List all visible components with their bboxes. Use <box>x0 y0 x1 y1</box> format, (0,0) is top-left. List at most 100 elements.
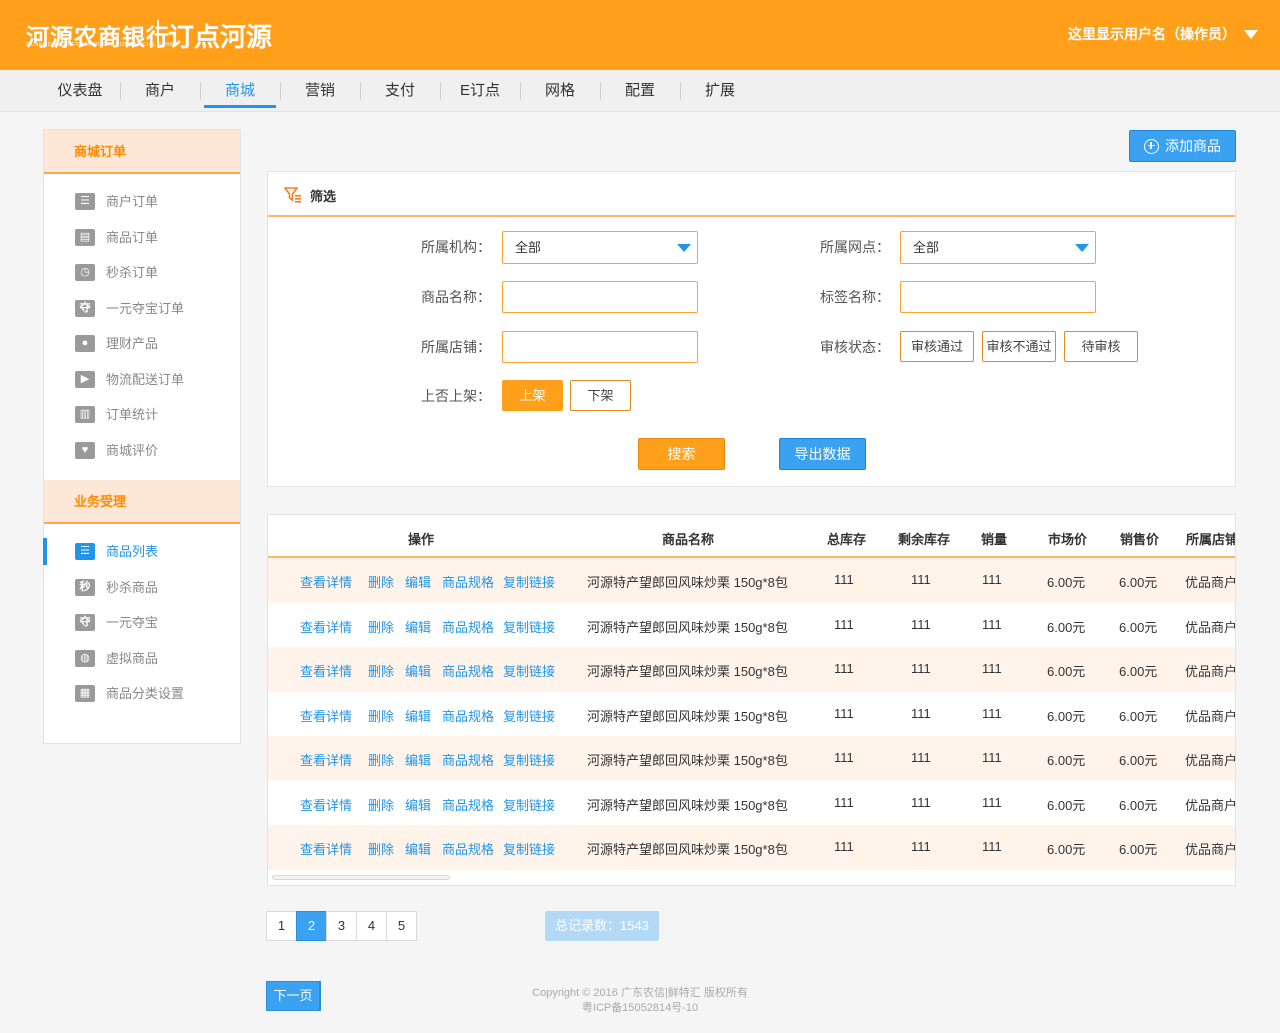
cell-price: 6.00元 <box>1119 797 1158 813</box>
row-action-link[interactable]: 编辑 <box>405 572 431 591</box>
sidebar-item[interactable]: ◍ 虚拟商品 <box>44 641 240 677</box>
page-number-button[interactable]: 2 <box>296 911 327 941</box>
row-action-link[interactable]: 查看详情 <box>300 572 352 591</box>
add-product-label: 添加商品 <box>1165 138 1221 154</box>
page-number-button[interactable]: 1 <box>266 911 297 941</box>
table-header: 操作 商品名称 总库存 剩余库存 销量 市场价 销售价 所属店铺 <box>268 515 1235 558</box>
piggy-bank-icon: ● <box>75 335 95 352</box>
sidebar-item[interactable]: 夺一元夺宝 <box>44 605 240 641</box>
row-action-link[interactable]: 商品规格 <box>442 839 494 858</box>
table-row: 查看详情 删除 编辑 商品规格 复制链接 河源特产望郎回风味炒栗 150g*8包 111 11… <box>268 647 1235 692</box>
row-action-link[interactable]: 复制链接 <box>503 750 555 769</box>
sidebar-item[interactable]: ▶ 物流配送订单 <box>44 362 240 398</box>
nav-tab[interactable]: 商户 <box>120 70 200 112</box>
off-shelf-button[interactable]: 下架 <box>570 380 631 411</box>
truck-icon: ▶ <box>75 370 95 388</box>
page-number-button[interactable]: 4 <box>356 911 387 941</box>
sidebar-item[interactable]: ▥ 订单统计 <box>44 397 240 433</box>
row-action-link[interactable]: 删除 <box>368 706 394 725</box>
row-action-link[interactable]: 复制链接 <box>503 661 555 680</box>
row-action-link[interactable]: 删除 <box>368 839 394 858</box>
top-bar: 河源农商银行 GUANGDONG HEYUAN RURAL COMMERCIAL… <box>0 0 1280 70</box>
row-action-link[interactable]: 编辑 <box>405 839 431 858</box>
nav-tab[interactable]: 营销 <box>280 70 360 112</box>
row-action-link[interactable]: 查看详情 <box>300 839 352 858</box>
row-action-link[interactable]: 查看详情 <box>300 795 352 814</box>
add-product-button[interactable]: 添加商品 <box>1129 130 1236 162</box>
sidebar-item[interactable]: ▦ 商品分类设置 <box>44 676 240 712</box>
sidebar-item[interactable]: ☰ 商户订单 <box>44 184 240 220</box>
horizontal-scrollbar[interactable] <box>272 875 450 880</box>
row-action-link[interactable]: 删除 <box>368 795 394 814</box>
sidebar-item[interactable]: ◷ 秒杀订单 <box>44 255 240 291</box>
branch-select[interactable]: 全部 <box>900 231 1096 264</box>
stats-icon: ▥ <box>75 406 95 423</box>
nav-tab[interactable]: 支付 <box>360 70 440 112</box>
row-action-link[interactable]: 复制链接 <box>503 795 555 814</box>
sidebar-item[interactable]: ● 理财产品 <box>44 326 240 362</box>
audit-approved-button[interactable]: 审核通过 <box>900 331 974 362</box>
nav-tab[interactable]: 配置 <box>600 70 680 112</box>
sidebar-item-label: 物流配送订单 <box>106 371 185 387</box>
row-action-link[interactable]: 商品规格 <box>442 706 494 725</box>
on-shelf-button[interactable]: 上架 <box>502 380 563 411</box>
nav-tab[interactable]: E订点 <box>440 70 520 112</box>
row-action-link[interactable]: 查看详情 <box>300 706 352 725</box>
logo-app-name: 订点河源 <box>168 22 273 52</box>
logo-bank-name-en: GUANGDONG HEYUAN RURAL COMMERCIAL BANK <box>26 42 174 48</box>
sidebar-item[interactable]: ♥ 商城评价 <box>44 433 240 469</box>
nav-tab[interactable]: 仪表盘 <box>40 70 120 112</box>
row-action-link[interactable]: 删除 <box>368 750 394 769</box>
row-action-link[interactable]: 商品规格 <box>442 617 494 636</box>
row-action-link[interactable]: 查看详情 <box>300 661 352 680</box>
nav-tab[interactable]: 网格 <box>520 70 600 112</box>
branch-label: 所属网点： <box>820 239 890 255</box>
row-action-link[interactable]: 商品规格 <box>442 661 494 680</box>
sidebar-item-label: 理财产品 <box>106 336 159 351</box>
row-action-link[interactable]: 编辑 <box>405 706 431 725</box>
row-action-link[interactable]: 复制链接 <box>503 839 555 858</box>
export-button[interactable]: 导出数据 <box>779 438 866 470</box>
row-action-link[interactable]: 删除 <box>368 617 394 636</box>
row-action-link[interactable]: 复制链接 <box>503 572 555 591</box>
row-action-link[interactable]: 商品规格 <box>442 795 494 814</box>
row-action-link[interactable]: 商品规格 <box>442 750 494 769</box>
row-action-link[interactable]: 编辑 <box>405 617 431 636</box>
nav-tab[interactable]: 商城 <box>200 70 280 112</box>
tag-name-input[interactable] <box>900 281 1096 313</box>
sidebar-item[interactable]: ☰ 商品列表 <box>43 534 240 570</box>
user-menu[interactable]: 这里显示用户名（操作员） <box>1068 24 1258 44</box>
cell-remain: 111 <box>911 750 931 765</box>
page-number-button[interactable]: 5 <box>386 911 417 941</box>
column-header: 剩余库存 <box>898 532 951 547</box>
nav-tab[interactable]: 扩展 <box>680 70 760 112</box>
row-action-link[interactable]: 复制链接 <box>503 706 555 725</box>
audit-pending-button[interactable]: 待审核 <box>1064 331 1138 362</box>
shop-input[interactable] <box>502 331 698 363</box>
row-action-link[interactable]: 查看详情 <box>300 617 352 636</box>
row-action-link[interactable]: 编辑 <box>405 661 431 680</box>
row-action-link[interactable]: 编辑 <box>405 795 431 814</box>
row-action-link[interactable]: 商品规格 <box>442 572 494 591</box>
org-select[interactable]: 全部 <box>502 231 698 264</box>
row-action-link[interactable]: 查看详情 <box>300 750 352 769</box>
cell-price: 6.00元 <box>1119 664 1158 679</box>
row-action-link[interactable]: 复制链接 <box>503 617 555 636</box>
cell-market: 6.00元 <box>1047 797 1086 813</box>
sidebar-item-label: 商品列表 <box>106 544 159 559</box>
sidebar-item-label: 商户订单 <box>106 194 159 209</box>
cell-remain: 111 <box>911 572 931 587</box>
sidebar-item[interactable]: 夺一元夺宝订单 <box>44 291 240 327</box>
page-number-button[interactable]: 3 <box>326 911 357 941</box>
search-button[interactable]: 搜索 <box>638 438 725 470</box>
sidebar-item[interactable]: 秒秒杀商品 <box>44 570 240 606</box>
row-action-link[interactable]: 删除 <box>368 572 394 591</box>
row-action-link[interactable]: 编辑 <box>405 750 431 769</box>
shelf-status-label: 上否上架： <box>421 388 491 404</box>
product-name-input[interactable] <box>502 281 698 313</box>
row-action-link[interactable]: 删除 <box>368 661 394 680</box>
sidebar-item[interactable]: ▤ 商品订单 <box>44 220 240 256</box>
cell-stock: 111 <box>834 750 854 765</box>
audit-rejected-button[interactable]: 审核不通过 <box>982 331 1056 362</box>
cell-remain: 111 <box>911 616 931 632</box>
